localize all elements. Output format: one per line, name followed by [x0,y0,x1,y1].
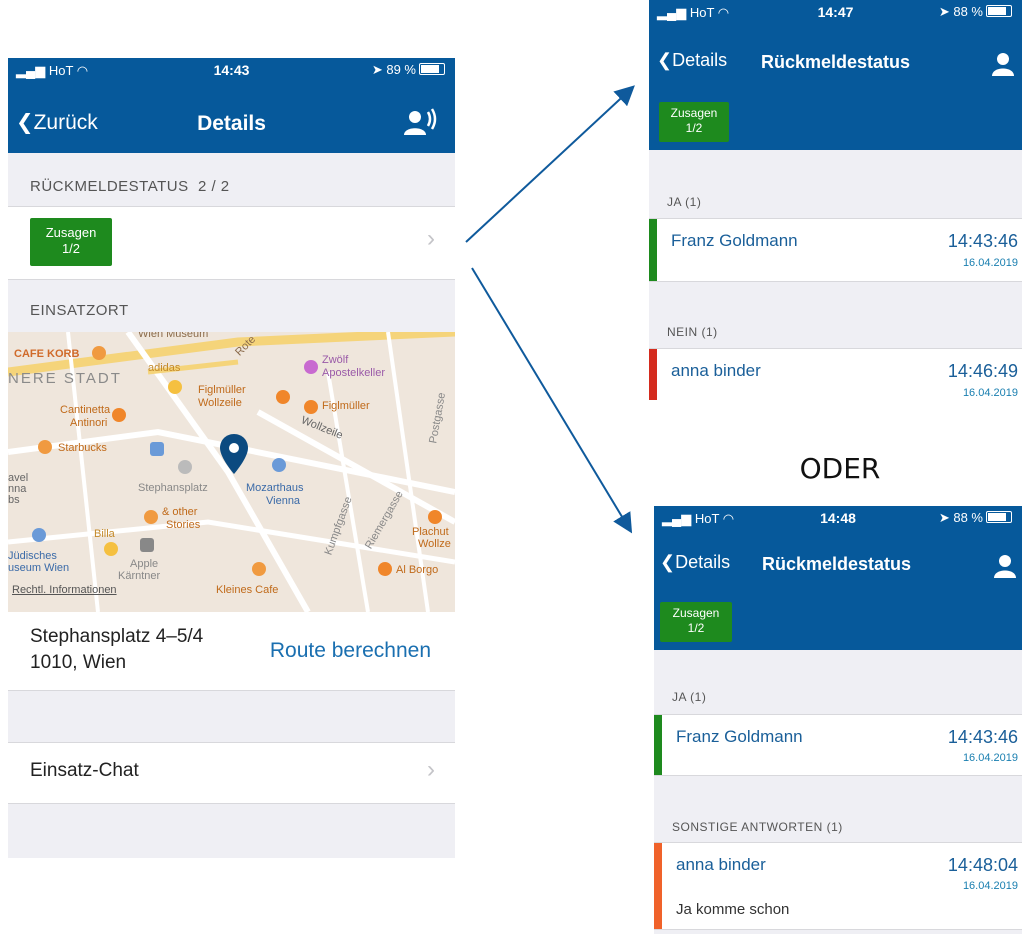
zusagen-badge[interactable]: Zusagen 1/2 [659,102,729,142]
status-stripe-green [654,715,662,775]
section-header-sonstige: SONSTIGE ANTWORTEN (1) [672,820,843,834]
br-status-bar: ▂▄▆ HoT ◠ 14:48 ➤ 88 % [654,506,1022,532]
chevron-left-icon: ❮ [660,552,676,572]
status-stripe-orange [654,843,662,929]
response-time: 14:48:04 [947,855,1018,875]
br-nav-bar: ▂▄▆ HoT ◠ 14:48 ➤ 88 % ❮Details Rückmeld… [654,506,1022,650]
location-arrow-icon: ➤ [938,4,950,19]
section-header-nein: NEIN (1) [667,325,718,339]
response-row[interactable]: Franz Goldmann 14:43:46 16.04.2019 [654,714,1022,776]
oder-label: ODER [799,452,881,485]
tr-status-bar: ▂▄▆ HoT ◠ 14:47 ➤ 88 % [649,0,1022,26]
page-title: Rückmeldestatus [762,554,912,574]
zusagen-badge[interactable]: Zusagen 1/2 [660,602,732,642]
section-header-ja: JA (1) [672,690,707,704]
response-date: 16.04.2019 [962,387,1018,399]
battery-icon [986,5,1012,17]
response-date: 16.04.2019 [962,257,1018,269]
response-time: 14:43:46 [947,231,1018,251]
response-row[interactable]: Franz Goldmann 14:43:46 16.04.2019 [649,218,1022,282]
response-row[interactable]: anna binder 14:48:04 16.04.2019 Ja komme… [654,842,1022,930]
responder-name: Franz Goldmann [676,727,803,746]
back-button[interactable]: ❮Details [660,552,730,573]
response-time: 14:43:46 [947,727,1018,747]
person-icon[interactable] [994,554,1016,578]
top-right-phone-screen: ▂▄▆ HoT ◠ 14:47 ➤ 88 % ❮Details Rückmeld… [649,0,1022,400]
responder-name: anna binder [671,361,761,380]
arrow-to-top [465,85,635,243]
back-button[interactable]: ❮Details [657,50,727,71]
location-arrow-icon: ➤ [938,510,950,525]
arrow-to-bottom [471,267,633,534]
status-stripe-green [649,219,657,281]
responder-name: Franz Goldmann [671,231,798,250]
chevron-left-icon: ❮ [657,50,673,70]
bottom-right-phone-screen: ▂▄▆ HoT ◠ 14:48 ➤ 88 % ❮Details Rückmeld… [654,506,1022,934]
section-header-ja: JA (1) [667,195,702,209]
person-icon[interactable] [992,52,1014,76]
response-date: 16.04.2019 [962,752,1018,764]
response-date: 16.04.2019 [962,880,1018,892]
response-row[interactable]: anna binder 14:46:49 16.04.2019 [649,348,1022,400]
page-title: Rückmeldestatus [761,52,911,72]
responder-name: anna binder [676,855,766,874]
status-stripe-red [649,349,657,400]
battery-icon [986,511,1012,523]
response-comment: Ja komme schon [676,901,790,918]
response-time: 14:46:49 [947,361,1018,381]
tr-nav-bar: ▂▄▆ HoT ◠ 14:47 ➤ 88 % ❮Details Rückmeld… [649,0,1022,150]
